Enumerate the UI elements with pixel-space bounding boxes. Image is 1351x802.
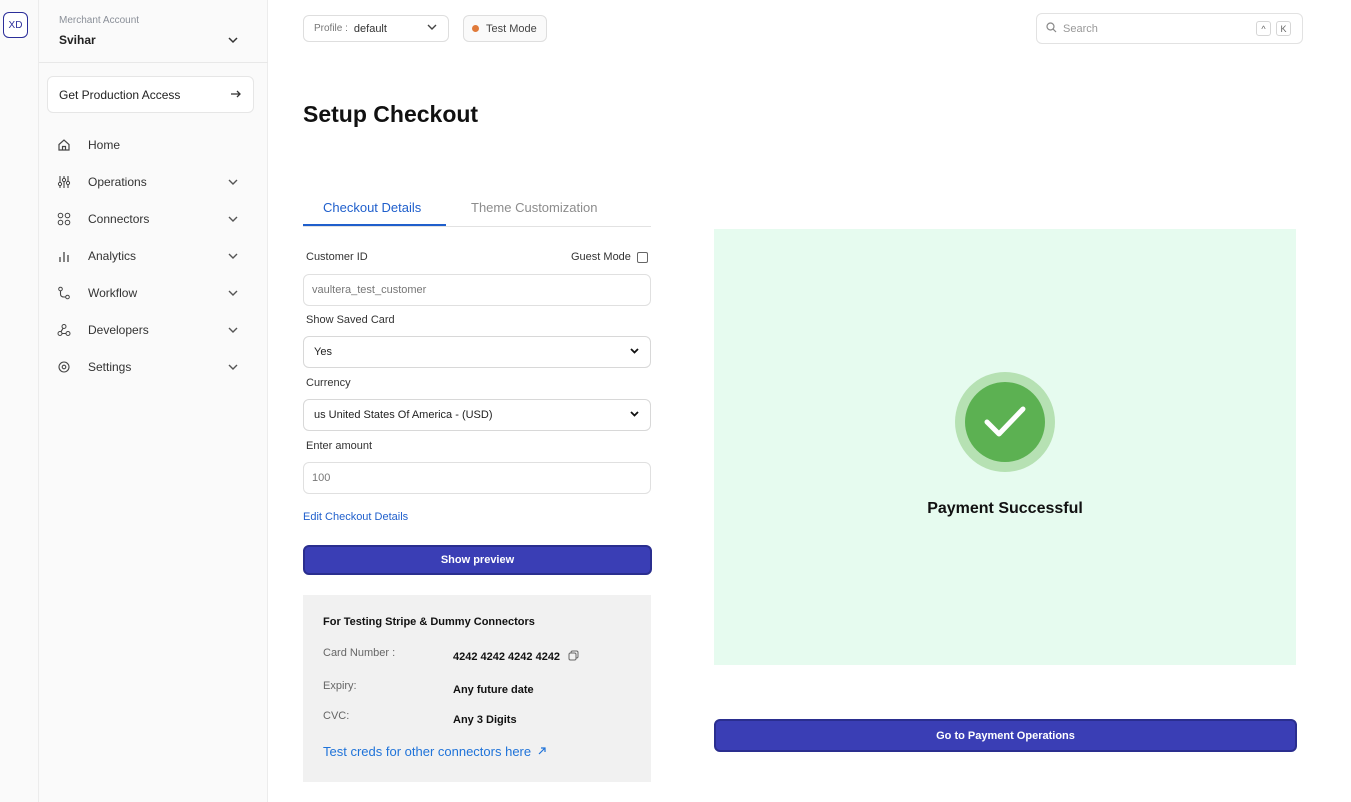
production-access-label: Get Production Access — [59, 87, 181, 102]
guest-mode-toggle[interactable]: Guest Mode — [571, 251, 648, 263]
success-badge — [955, 372, 1055, 472]
sidebar-item-label: Workflow — [88, 285, 138, 300]
checkout-preview-panel: Payment Successful — [714, 229, 1296, 665]
avatar[interactable]: XD — [3, 12, 28, 38]
chevron-down-icon — [227, 360, 239, 378]
grid-icon — [57, 212, 71, 226]
other-connectors-creds-link[interactable]: Test creds for other connectors here — [323, 744, 547, 759]
search-placeholder: Search — [1063, 22, 1098, 35]
copy-icon[interactable] — [568, 650, 579, 664]
sidebar-item-label: Connectors — [88, 211, 150, 226]
cvc-value: Any 3 Digits — [453, 714, 517, 726]
sidebar-item-developers[interactable]: Developers — [39, 311, 268, 348]
card-number-row: 4242 4242 4242 4242 — [453, 650, 579, 664]
card-number-value: 4242 4242 4242 4242 — [453, 651, 561, 663]
gear-icon — [57, 360, 71, 374]
tab-theme-customization[interactable]: Theme Customization — [471, 200, 597, 215]
sidebar-nav: Home Operations Connectors Analytics Wor… — [39, 126, 268, 385]
profile-value: default — [353, 22, 387, 35]
tab-bar: Checkout Details Theme Customization — [303, 192, 651, 227]
chevron-down-icon — [629, 345, 640, 359]
chevron-down-icon — [227, 175, 239, 193]
divider — [39, 62, 268, 63]
other-creds-link-label: Test creds for other connectors here — [323, 744, 532, 759]
external-link-icon — [537, 744, 547, 759]
arrow-right-icon — [230, 88, 242, 102]
currency-select[interactable]: us United States Of America - (USD) — [303, 399, 651, 431]
icon-rail: XD — [0, 0, 39, 802]
sidebar-item-operations[interactable]: Operations — [39, 163, 268, 200]
active-tab-indicator — [303, 224, 446, 226]
customer-id-value: vaultera_test_customer — [312, 284, 427, 296]
sidebar-item-label: Operations — [88, 174, 147, 189]
chevron-down-icon — [227, 323, 239, 341]
checkmark-icon — [965, 382, 1045, 462]
test-mode-label: Test Mode — [486, 22, 537, 35]
amount-value: 100 — [312, 472, 331, 484]
sliders-icon — [57, 175, 71, 189]
sidebar-item-home[interactable]: Home — [39, 126, 268, 163]
test-credentials-title: For Testing Stripe & Dummy Connectors — [323, 616, 535, 628]
edit-checkout-details-link[interactable]: Edit Checkout Details — [303, 511, 408, 523]
merchant-name[interactable]: Svihar — [59, 33, 96, 47]
customer-id-label: Customer ID — [306, 251, 368, 263]
home-icon — [57, 138, 71, 152]
sidebar-item-connectors[interactable]: Connectors — [39, 200, 268, 237]
customer-id-input[interactable]: vaultera_test_customer — [303, 274, 651, 306]
shortcut-key-k: K — [1276, 21, 1291, 36]
show-saved-card-value: Yes — [314, 346, 332, 358]
chevron-down-icon[interactable] — [227, 33, 239, 51]
cvc-label: CVC: — [323, 710, 350, 722]
currency-value: us United States Of America - (USD) — [314, 409, 493, 421]
guest-mode-label: Guest Mode — [571, 251, 631, 263]
sidebar-item-label: Home — [88, 137, 121, 152]
profile-select[interactable]: Profile : default — [303, 15, 449, 42]
bar-chart-icon — [57, 249, 71, 263]
search-input[interactable]: Search ^ K — [1036, 13, 1303, 44]
show-preview-button[interactable]: Show preview — [303, 545, 652, 575]
sidebar-item-label: Analytics — [88, 248, 137, 263]
card-number-label: Card Number : — [323, 647, 396, 659]
chevron-down-icon — [227, 249, 239, 267]
status-dot-icon — [472, 25, 479, 32]
sidebar-item-label: Settings — [88, 359, 132, 374]
test-credentials-panel: For Testing Stripe & Dummy Connectors Ca… — [303, 595, 651, 782]
sidebar-item-analytics[interactable]: Analytics — [39, 237, 268, 274]
chevron-down-icon — [629, 408, 640, 422]
tab-checkout-details[interactable]: Checkout Details — [323, 200, 421, 215]
chevron-down-icon — [227, 286, 239, 304]
sidebar-item-label: Developers — [88, 322, 149, 337]
shortcut-key-ctrl: ^ — [1256, 21, 1271, 36]
sidebar: Merchant Account Svihar Get Production A… — [39, 0, 268, 802]
profile-label: Profile : — [314, 23, 348, 34]
go-to-payment-operations-button[interactable]: Go to Payment Operations — [714, 719, 1297, 752]
amount-input[interactable]: 100 — [303, 462, 651, 494]
sidebar-item-workflow[interactable]: Workflow — [39, 274, 268, 311]
chevron-down-icon — [227, 212, 239, 230]
test-mode-badge[interactable]: Test Mode — [463, 15, 547, 42]
show-saved-card-select[interactable]: Yes — [303, 336, 651, 368]
expiry-label: Expiry: — [323, 680, 357, 692]
guest-mode-checkbox[interactable] — [636, 251, 648, 263]
get-production-access-button[interactable]: Get Production Access — [47, 76, 254, 113]
currency-label: Currency — [306, 377, 351, 389]
webhook-icon — [57, 323, 71, 337]
merchant-account-label: Merchant Account — [59, 15, 140, 26]
search-icon — [1046, 21, 1057, 36]
workflow-icon — [57, 286, 71, 300]
show-saved-card-label: Show Saved Card — [306, 314, 395, 326]
page-title: Setup Checkout — [303, 101, 479, 127]
amount-label: Enter amount — [306, 440, 373, 452]
payment-status-text: Payment Successful — [927, 500, 1083, 517]
sidebar-item-settings[interactable]: Settings — [39, 348, 268, 385]
chevron-down-icon — [426, 21, 438, 36]
expiry-value: Any future date — [453, 684, 534, 696]
